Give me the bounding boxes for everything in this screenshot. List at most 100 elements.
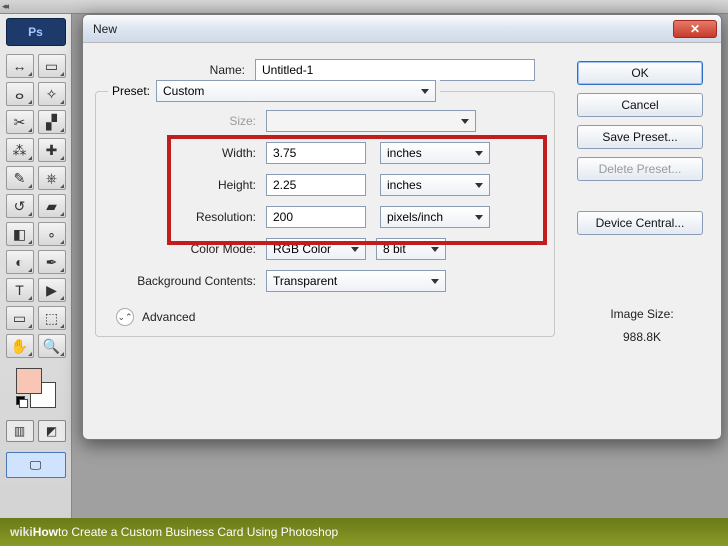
dodge-tool[interactable]: ◐ xyxy=(6,250,34,274)
blur-tool[interactable]: ∘ xyxy=(38,222,66,246)
lasso-tool[interactable]: ⴰ xyxy=(6,82,34,106)
watermark-brand1: wiki xyxy=(10,525,33,539)
color-swatches[interactable] xyxy=(16,368,56,408)
brush-tool[interactable]: ✎ xyxy=(6,166,34,190)
resolution-input[interactable]: 200 xyxy=(266,206,366,228)
width-unit-select[interactable]: inches xyxy=(380,142,490,164)
foreground-color-swatch[interactable] xyxy=(16,368,42,394)
flyout-indicator-icon xyxy=(28,72,32,76)
resolution-unit-select[interactable]: pixels/inch xyxy=(380,206,490,228)
resolution-unit-value: pixels/inch xyxy=(387,210,443,224)
clone-stamp-tool[interactable]: ⎈ xyxy=(38,166,66,190)
flyout-indicator-icon xyxy=(60,156,64,160)
width-value: 3.75 xyxy=(273,146,296,160)
bit-depth-value: 8 bit xyxy=(383,242,406,256)
panel-collapse-bar[interactable]: ◂◂ xyxy=(0,0,728,14)
ok-label: OK xyxy=(631,66,648,80)
flyout-indicator-icon xyxy=(60,240,64,244)
flyout-indicator-icon xyxy=(28,324,32,328)
height-value: 2.25 xyxy=(273,178,296,192)
type-tool[interactable]: T xyxy=(6,278,34,302)
name-input[interactable]: Untitled-1 xyxy=(255,59,535,81)
flyout-indicator-icon xyxy=(28,296,32,300)
bit-depth-select[interactable]: 8 bit xyxy=(376,238,446,260)
device-central-label: Device Central... xyxy=(596,216,685,230)
flyout-indicator-icon xyxy=(28,128,32,132)
delete-preset-button: Delete Preset... xyxy=(577,157,703,181)
shape-tool[interactable]: ▭ xyxy=(6,306,34,330)
new-document-dialog: New ✕ Name: Untitled-1 Preset: xyxy=(82,14,722,440)
flyout-indicator-icon xyxy=(60,100,64,104)
flyout-indicator-icon xyxy=(60,324,64,328)
resolution-label: Resolution: xyxy=(106,210,266,224)
watermark-brand2: How xyxy=(33,525,58,539)
background-contents-select[interactable]: Transparent xyxy=(266,270,446,292)
flyout-indicator-icon xyxy=(28,156,32,160)
healing-brush-tool[interactable]: ✚ xyxy=(38,138,66,162)
titlebar[interactable]: New ✕ xyxy=(83,15,721,43)
crop-tool[interactable]: ✂ xyxy=(6,110,34,134)
dialog-title: New xyxy=(93,22,117,36)
width-input[interactable]: 3.75 xyxy=(266,142,366,164)
resolution-value: 200 xyxy=(273,210,293,224)
history-brush-tool[interactable]: ↺ xyxy=(6,194,34,218)
hand-tool[interactable]: ✋ xyxy=(6,334,34,358)
quick-mask-button[interactable]: ◩ xyxy=(38,420,66,442)
watermark-bar: wikiHow to Create a Custom Business Card… xyxy=(0,518,728,546)
flyout-indicator-icon xyxy=(60,268,64,272)
delete-preset-label: Delete Preset... xyxy=(599,162,682,176)
cancel-button[interactable]: Cancel xyxy=(577,93,703,117)
close-icon: ✕ xyxy=(690,22,700,36)
default-colors-icon[interactable] xyxy=(16,396,28,408)
advanced-toggle[interactable]: ⌄⌃ Advanced xyxy=(116,308,544,326)
flyout-indicator-icon xyxy=(60,128,64,132)
height-label: Height: xyxy=(106,178,266,192)
ok-button[interactable]: OK xyxy=(577,61,703,85)
background-contents-label: Background Contents: xyxy=(106,274,266,288)
height-unit-value: inches xyxy=(387,178,422,192)
device-central-button[interactable]: Device Central... xyxy=(577,211,703,235)
flyout-indicator-icon xyxy=(28,268,32,272)
width-unit-value: inches xyxy=(387,146,422,160)
height-input[interactable]: 2.25 xyxy=(266,174,366,196)
flyout-indicator-icon xyxy=(28,352,32,356)
height-unit-select[interactable]: inches xyxy=(380,174,490,196)
image-size-value: 988.8K xyxy=(577,326,707,349)
screen-mode-button[interactable]: 🖵 xyxy=(6,452,66,478)
chevron-expand-icon: ⌄⌃ xyxy=(116,308,134,326)
move-tool[interactable]: ↔ xyxy=(6,54,34,78)
flyout-indicator-icon xyxy=(60,72,64,76)
close-button[interactable]: ✕ xyxy=(673,20,717,38)
screen-mode-icon: 🖵 xyxy=(30,458,42,473)
save-preset-button[interactable]: Save Preset... xyxy=(577,125,703,149)
gradient-tool[interactable]: ◧ xyxy=(6,222,34,246)
width-label: Width: xyxy=(106,146,266,160)
app-icon: Ps xyxy=(6,18,66,46)
toolbox: Ps ↔▭ⴰ✧✂▞⁂✚✎⎈↺▰◧∘◐✒T▶▭⬚✋🔍 ▥ ◩ 🖵 xyxy=(0,14,72,546)
save-preset-label: Save Preset... xyxy=(602,130,677,144)
name-label: Name: xyxy=(95,63,255,77)
name-value: Untitled-1 xyxy=(262,63,313,77)
flyout-indicator-icon xyxy=(28,212,32,216)
path-selection-tool[interactable]: ▶ xyxy=(38,278,66,302)
magic-wand-tool[interactable]: ✧ xyxy=(38,82,66,106)
image-size-readout: Image Size: 988.8K xyxy=(577,303,707,349)
preset-label: Preset: xyxy=(112,84,150,98)
preset-value: Custom xyxy=(163,84,204,98)
background-contents-value: Transparent xyxy=(273,274,337,288)
slice-tool[interactable]: ▞ xyxy=(38,110,66,134)
color-mode-value: RGB Color xyxy=(273,242,331,256)
watermark-text: to Create a Custom Business Card Using P… xyxy=(58,525,338,539)
3d-tool[interactable]: ⬚ xyxy=(38,306,66,330)
eraser-tool[interactable]: ▰ xyxy=(38,194,66,218)
standard-mode-button[interactable]: ▥ xyxy=(6,420,34,442)
preset-group: Preset: Custom Size: Width: xyxy=(95,91,555,337)
pen-tool[interactable]: ✒ xyxy=(38,250,66,274)
zoom-tool[interactable]: 🔍 xyxy=(38,334,66,358)
flyout-indicator-icon xyxy=(60,352,64,356)
color-mode-select[interactable]: RGB Color xyxy=(266,238,366,260)
marquee-tool[interactable]: ▭ xyxy=(38,54,66,78)
preset-select[interactable]: Custom xyxy=(156,80,436,102)
eyedropper-tool[interactable]: ⁂ xyxy=(6,138,34,162)
advanced-label: Advanced xyxy=(142,310,195,324)
